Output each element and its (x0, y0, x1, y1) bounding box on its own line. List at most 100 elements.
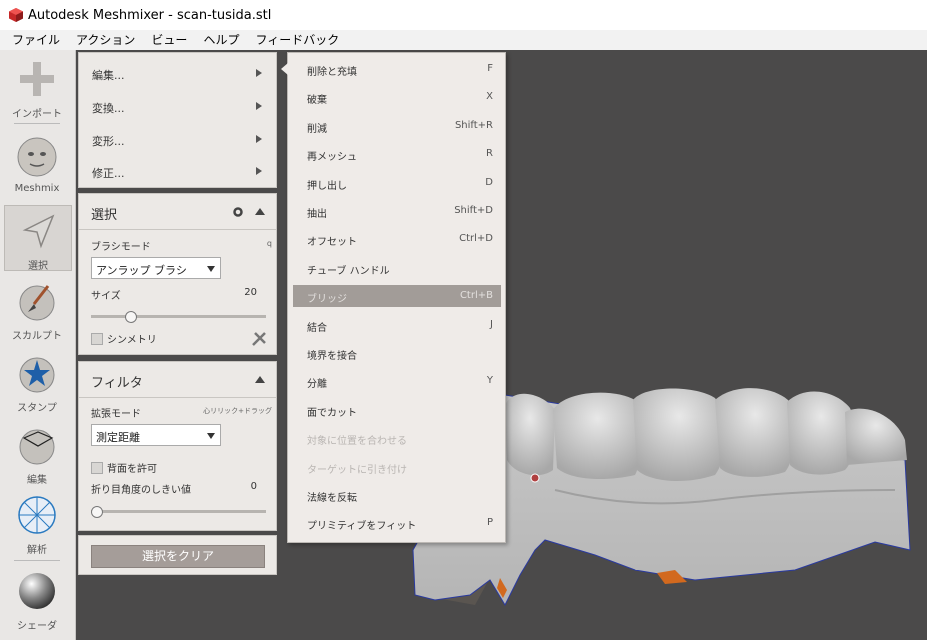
menu-item[interactable]: 再メッシュ R (293, 143, 501, 165)
menu-item[interactable]: 結合 J (293, 314, 501, 336)
expand-mode-dropdown[interactable]: 測定距離 (91, 424, 221, 446)
dropdown-arrow-icon (207, 266, 215, 272)
expand-mode-hint: 心リリック+ドラッグ (203, 407, 272, 415)
tool-import[interactable]: インポート (4, 54, 70, 120)
menu-item[interactable]: 抽出 Shift+D (293, 200, 501, 222)
gear-icon[interactable] (232, 206, 244, 218)
tool-meshmix[interactable]: Meshmix (4, 132, 70, 196)
menu-item-shortcut: R (486, 148, 493, 159)
menu-item-shortcut: Y (486, 375, 493, 386)
menu-item[interactable]: ブリッジ Ctrl+B (293, 285, 501, 307)
brush-mode-value: アンラップ ブラシ (96, 264, 187, 277)
chevron-right-icon (256, 102, 262, 110)
menu-item-shortcut: Ctrl+D (459, 233, 493, 244)
filter-panel-title: フィルタ (91, 376, 143, 391)
plus-icon (20, 62, 54, 96)
tool-shader[interactable]: シェーダ (4, 566, 70, 632)
analysis-sphere-icon (18, 496, 56, 534)
menu-item-label: 結合 (307, 323, 327, 334)
menu-item-label: 再メッシュ (307, 152, 357, 163)
menu-bar: ファイル アクション ビュー ヘルプ フィードバック (0, 30, 927, 50)
menu-item[interactable]: 削除と充填 F (293, 58, 501, 80)
tool-select-label: 選択 (28, 261, 48, 272)
symmetry-checkbox[interactable] (91, 333, 103, 345)
menu-item[interactable]: 境界を接合 (293, 342, 501, 364)
menu-item-shortcut: X (486, 91, 493, 102)
window-title: Autodesk Meshmixer - scan-tusida.stl (28, 8, 272, 23)
brush-mode-hint-icon: q (266, 239, 272, 248)
size-value: 20 (244, 287, 257, 298)
menu-file[interactable]: ファイル (4, 30, 68, 50)
menu-item-shortcut: Shift+D (454, 205, 493, 216)
shader-sphere-icon (19, 573, 55, 609)
menu-item-label: 分離 (307, 379, 327, 390)
crease-slider-knob[interactable] (91, 506, 103, 518)
menu-item[interactable]: 削減 Shift+R (293, 115, 501, 137)
menu-item[interactable]: チューブ ハンドル (293, 257, 501, 279)
menu-item-label: 法線を反転 (307, 493, 357, 504)
size-label: サイズ (91, 291, 121, 302)
menu-item-label: 面でカット (307, 408, 357, 419)
menu-item[interactable]: 破棄 X (293, 86, 501, 108)
tools-icon[interactable] (251, 331, 267, 347)
menu-item-label: ブリッジ (307, 294, 347, 305)
menu-item: 対象に位置を合わせる (293, 427, 501, 449)
menu-item-label: 対象に位置を合わせる (307, 436, 407, 447)
tool-edit[interactable]: 編集 (4, 420, 70, 486)
menu-item-label: 削減 (307, 124, 327, 135)
menu-help[interactable]: ヘルプ (195, 30, 247, 50)
tool-select[interactable]: 選択 (4, 205, 72, 272)
clear-selection-button[interactable]: 選択をクリア (91, 545, 265, 568)
size-slider-knob[interactable] (124, 311, 137, 323)
tool-import-label: インポート (12, 109, 62, 120)
expand-mode-value: 測定距離 (96, 431, 140, 444)
edit-category-deform[interactable]: 変形... (92, 133, 125, 149)
menu-action[interactable]: アクション (68, 30, 143, 50)
backface-label: 背面を許可 (107, 464, 157, 475)
crease-slider-track[interactable] (91, 506, 266, 518)
edit-category-transform[interactable]: 変換... (92, 100, 125, 116)
menu-item[interactable]: オフセット Ctrl+D (293, 228, 501, 250)
tool-meshmix-label: Meshmix (14, 183, 60, 194)
menu-item[interactable]: 面でカット (293, 399, 501, 421)
menu-item[interactable]: プリミティブをフィット P (293, 512, 501, 534)
tool-sculpt[interactable]: スカルプト (4, 276, 70, 342)
menu-item[interactable]: 押し出し D (293, 172, 501, 194)
crease-angle-label: 折り目角度のしきい値 (91, 485, 191, 496)
collapse-up-icon[interactable] (255, 208, 265, 215)
edit-submenu: 削除と充填 F 破棄 X 削減 Shift+R 再メッシュ R 押し出し D 抽出 Shift+D オフ… (281, 52, 506, 543)
chevron-right-icon (256, 69, 262, 77)
edit-mesh-sphere-icon (19, 429, 55, 465)
size-slider-track[interactable] (91, 311, 266, 323)
menu-item-label: プリミティブをフィット (307, 521, 417, 532)
menu-item-label: チューブ ハンドル (307, 266, 390, 277)
menu-view[interactable]: ビュー (143, 30, 195, 50)
tool-stamp[interactable]: スタンプ (4, 348, 70, 414)
menu-item-label: 押し出し (307, 181, 347, 192)
brush-sphere-icon (19, 285, 55, 321)
toolbar-separator (14, 560, 60, 561)
backface-checkbox[interactable] (91, 462, 103, 474)
menu-item-shortcut: Shift+R (454, 120, 493, 131)
menu-feedback[interactable]: フィードバック (247, 30, 347, 50)
face-sphere-icon (17, 137, 57, 177)
menu-item[interactable]: 法線を反転 (293, 484, 501, 506)
menu-item[interactable]: 分離 Y (293, 370, 501, 392)
collapse-up-icon[interactable] (255, 376, 265, 383)
menu-item-label: オフセット (307, 237, 357, 248)
select-panel: 選択 ブラシモード q アンラップ ブラシ サイズ 20 シンメトリ (78, 193, 277, 355)
select-panel-header: 選択 (79, 194, 276, 230)
expand-mode-label: 拡張モード (91, 409, 141, 420)
edit-category-edit[interactable]: 編集... (92, 67, 125, 83)
tool-analysis[interactable]: 解析 (4, 490, 70, 556)
menu-item-label: 破棄 (307, 95, 327, 106)
edit-category-modify[interactable]: 修正... (92, 165, 125, 181)
symmetry-label: シンメトリ (107, 335, 157, 346)
toolbar-separator (14, 123, 60, 124)
tool-edit-label: 編集 (27, 475, 47, 486)
dropdown-arrow-icon (207, 433, 215, 439)
menu-caret (281, 63, 288, 75)
title-bar: Autodesk Meshmixer - scan-tusida.stl (0, 0, 927, 30)
brush-mode-dropdown[interactable]: アンラップ ブラシ (91, 257, 221, 279)
filter-panel: フィルタ 拡張モード 心リリック+ドラッグ 測定距離 背面を許可 折り目角度のし… (78, 361, 277, 531)
